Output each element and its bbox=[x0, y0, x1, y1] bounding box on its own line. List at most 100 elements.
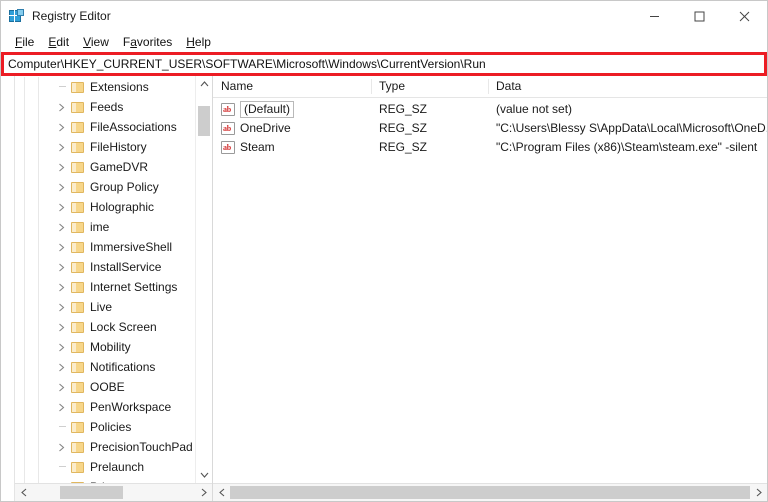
column-header-data[interactable]: Data bbox=[488, 76, 767, 97]
tree-item-ime[interactable]: ime bbox=[15, 217, 195, 237]
value-type-cell: REG_SZ bbox=[379, 102, 428, 116]
chevron-right-icon[interactable] bbox=[55, 117, 71, 137]
values-horizontal-thumb[interactable] bbox=[230, 486, 750, 499]
tree-leaf-marker bbox=[55, 457, 71, 477]
chevron-right-icon[interactable] bbox=[55, 217, 71, 237]
chevron-right-icon[interactable] bbox=[55, 257, 71, 277]
chevron-right-icon[interactable] bbox=[55, 197, 71, 217]
value-row[interactable]: ab OneDrive REG_SZ "C:\Users\Blessy S\AppDa… bbox=[213, 119, 767, 138]
tree-item-internet-settings[interactable]: Internet Settings bbox=[15, 277, 195, 297]
tree-horizontal-scrollbar[interactable] bbox=[15, 483, 212, 501]
registry-tree-pane: Extensions Feeds FileAssociations FileHisto… bbox=[15, 76, 213, 501]
minimize-button[interactable] bbox=[632, 1, 677, 32]
maximize-icon bbox=[694, 11, 705, 22]
tree-indent bbox=[15, 457, 55, 477]
tree-item-label: Mobility bbox=[90, 340, 131, 354]
folder-icon bbox=[71, 441, 84, 453]
menu-bar: File Edit View Favorites Help bbox=[1, 32, 767, 52]
column-header-type[interactable]: Type bbox=[371, 76, 488, 97]
registry-values-pane: Name Type Data ab (Default) REG_SZ (value n… bbox=[213, 76, 767, 501]
tree-item-mobility[interactable]: Mobility bbox=[15, 337, 195, 357]
tree-item-oobe[interactable]: OOBE bbox=[15, 377, 195, 397]
values-scroll-right-button[interactable] bbox=[750, 484, 767, 501]
tree-item-gamedvr[interactable]: GameDVR bbox=[15, 157, 195, 177]
chevron-right-icon[interactable] bbox=[55, 337, 71, 357]
tree-item-fileassociations[interactable]: FileAssociations bbox=[15, 117, 195, 137]
chevron-right-icon[interactable] bbox=[55, 377, 71, 397]
tree-item-holographic[interactable]: Holographic bbox=[15, 197, 195, 217]
tree-item-lock-screen[interactable]: Lock Screen bbox=[15, 317, 195, 337]
scroll-left-icon bbox=[218, 488, 224, 497]
menu-item-favorites[interactable]: Favorites bbox=[116, 32, 179, 52]
close-icon bbox=[739, 11, 750, 22]
column-header-name[interactable]: Name bbox=[213, 76, 371, 97]
tree-scroll-up-button[interactable] bbox=[196, 76, 212, 92]
chevron-right-icon[interactable] bbox=[55, 97, 71, 117]
value-name: (Default) bbox=[240, 101, 295, 118]
tree-item-label: FileAssociations bbox=[90, 120, 177, 134]
folder-icon bbox=[71, 181, 84, 193]
tree-item-policies[interactable]: Policies bbox=[15, 417, 195, 437]
tree-indent bbox=[15, 217, 55, 237]
chevron-right-icon[interactable] bbox=[55, 137, 71, 157]
scroll-up-icon bbox=[200, 81, 208, 87]
tree-scroll-left-button[interactable] bbox=[15, 484, 32, 501]
value-row[interactable]: ab Steam REG_SZ "C:\Program Files (x86)\Ste… bbox=[213, 138, 767, 157]
tree-scroll-down-button[interactable] bbox=[196, 467, 212, 483]
folder-icon bbox=[71, 321, 84, 333]
tree-item-live[interactable]: Live bbox=[15, 297, 195, 317]
address-bar-highlight: Computer\HKEY_CURRENT_USER\SOFTWARE\Micr… bbox=[1, 52, 767, 76]
chevron-right-icon[interactable] bbox=[55, 177, 71, 197]
registry-editor-window: Registry Editor File Edit View Favorites… bbox=[0, 0, 768, 502]
menu-item-help[interactable]: Help bbox=[179, 32, 218, 52]
chevron-right-icon[interactable] bbox=[55, 397, 71, 417]
tree-horizontal-thumb[interactable] bbox=[60, 486, 123, 499]
tree-item-group-policy[interactable]: Group Policy bbox=[15, 177, 195, 197]
tree-item-feeds[interactable]: Feeds bbox=[15, 97, 195, 117]
minimize-icon bbox=[650, 16, 659, 17]
values-scroll-left-button[interactable] bbox=[213, 484, 230, 501]
tree-item-label: Internet Settings bbox=[90, 280, 178, 294]
tree-scroll-right-button[interactable] bbox=[195, 484, 212, 501]
title-bar: Registry Editor bbox=[1, 1, 767, 32]
value-name: OneDrive bbox=[240, 121, 291, 135]
values-horizontal-scrollbar[interactable] bbox=[213, 483, 767, 501]
chevron-right-icon[interactable] bbox=[55, 297, 71, 317]
tree-item-prelaunch[interactable]: Prelaunch bbox=[15, 457, 195, 477]
tree-indent bbox=[15, 377, 55, 397]
registry-values-list[interactable]: ab (Default) REG_SZ (value not set) ab OneDri… bbox=[213, 98, 767, 483]
chevron-right-icon[interactable] bbox=[55, 237, 71, 257]
values-horizontal-track[interactable] bbox=[230, 484, 750, 501]
tree-vertical-track[interactable] bbox=[196, 92, 212, 467]
tree-horizontal-track[interactable] bbox=[32, 484, 195, 501]
close-button[interactable] bbox=[722, 1, 767, 32]
address-bar-path[interactable]: Computer\HKEY_CURRENT_USER\SOFTWARE\Micr… bbox=[4, 57, 486, 71]
value-row[interactable]: ab (Default) REG_SZ (value not set) bbox=[213, 100, 767, 119]
tree-item-filehistory[interactable]: FileHistory bbox=[15, 137, 195, 157]
tree-item-penworkspace[interactable]: PenWorkspace bbox=[15, 397, 195, 417]
tree-item-installservice[interactable]: InstallService bbox=[15, 257, 195, 277]
value-name-cell: ab (Default) bbox=[213, 101, 371, 118]
tree-item-precisiontouchpad[interactable]: PrecisionTouchPad bbox=[15, 437, 195, 457]
tree-indent bbox=[15, 197, 55, 217]
tree-vertical-scrollbar[interactable] bbox=[195, 76, 212, 483]
scroll-right-icon bbox=[201, 488, 207, 497]
menu-item-view[interactable]: View bbox=[76, 32, 116, 52]
tree-item-label: ime bbox=[90, 220, 110, 234]
tree-item-notifications[interactable]: Notifications bbox=[15, 357, 195, 377]
folder-icon bbox=[71, 281, 84, 293]
tree-indent bbox=[15, 297, 55, 317]
menu-item-file[interactable]: File bbox=[8, 32, 41, 52]
tree-vertical-thumb[interactable] bbox=[198, 106, 210, 136]
menu-item-edit[interactable]: Edit bbox=[41, 32, 76, 52]
chevron-right-icon[interactable] bbox=[55, 317, 71, 337]
registry-tree[interactable]: Extensions Feeds FileAssociations FileHisto… bbox=[15, 76, 195, 483]
chevron-right-icon[interactable] bbox=[55, 357, 71, 377]
tree-item-extensions[interactable]: Extensions bbox=[15, 77, 195, 97]
chevron-right-icon[interactable] bbox=[55, 277, 71, 297]
chevron-right-icon[interactable] bbox=[55, 157, 71, 177]
tree-item-label: OOBE bbox=[90, 380, 125, 394]
maximize-button[interactable] bbox=[677, 1, 722, 32]
tree-item-immersiveshell[interactable]: ImmersiveShell bbox=[15, 237, 195, 257]
chevron-right-icon[interactable] bbox=[55, 437, 71, 457]
